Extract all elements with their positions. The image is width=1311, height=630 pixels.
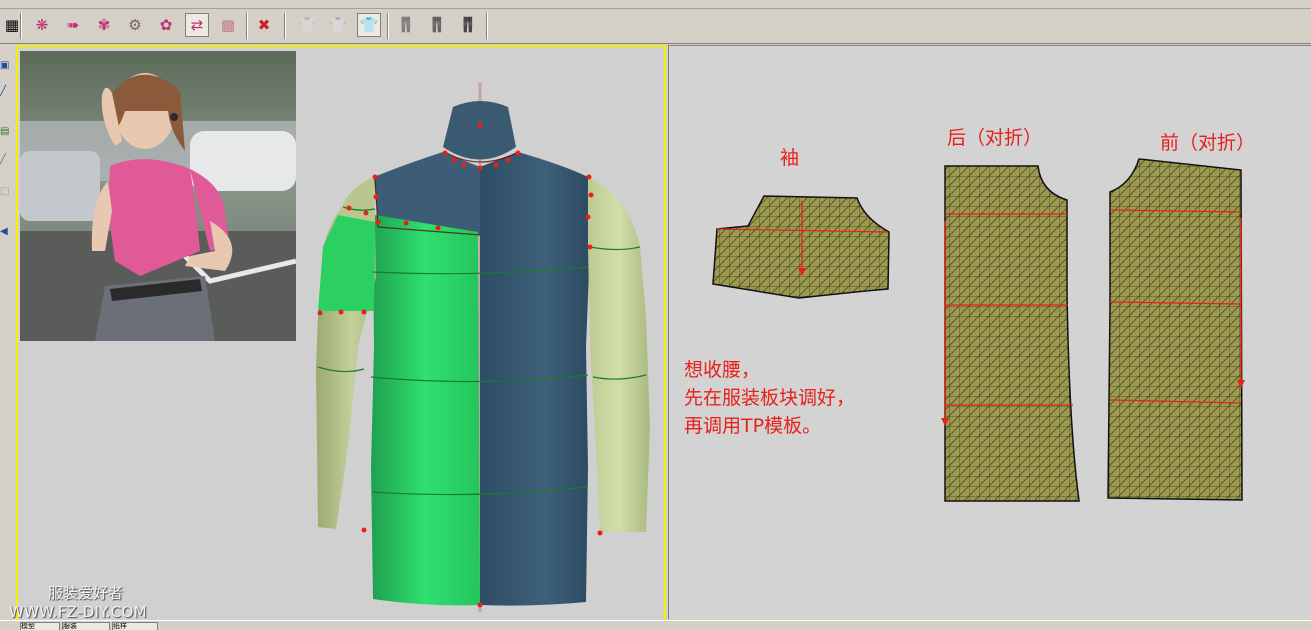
3d-view-panel[interactable]: 服装爱好者 WWW.FZ-DIY.COM bbox=[9, 45, 666, 622]
pattern-arrange-icon[interactable]: ⇄ bbox=[185, 13, 209, 37]
note-line: 再调用TP模板。 bbox=[684, 415, 822, 437]
toolbar-separator bbox=[20, 13, 22, 39]
pattern-find-icon[interactable]: ⚙ bbox=[123, 13, 147, 37]
toolbar-separator bbox=[284, 13, 286, 39]
pen-tool-icon[interactable]: ╱ bbox=[0, 86, 10, 98]
pattern-pieces[interactable] bbox=[669, 46, 1311, 619]
pattern-sew-icon[interactable]: ✾ bbox=[92, 13, 116, 37]
select-tool-icon[interactable]: ▣ bbox=[0, 60, 10, 72]
shirt-gray-icon[interactable]: 👕 bbox=[326, 13, 350, 37]
pattern-layout-icon[interactable]: ❋ bbox=[30, 13, 54, 37]
toolbar-separator bbox=[387, 13, 389, 39]
front-pattern-piece bbox=[1107, 158, 1245, 501]
left-tool-strip: ▣ ╱ ▤ ╱ □ ◀ bbox=[0, 44, 14, 628]
arrow-tool-icon[interactable]: ◀ bbox=[0, 226, 10, 238]
tab-model[interactable]: 模型 bbox=[20, 622, 60, 630]
back-pattern-piece bbox=[941, 165, 1080, 502]
rect-tool-icon[interactable]: □ bbox=[0, 186, 10, 198]
shirt-blue-icon[interactable]: 👕 bbox=[357, 13, 381, 37]
layer-tool-icon[interactable]: ▤ bbox=[0, 126, 10, 138]
toolbar-separator bbox=[486, 13, 488, 39]
note-line: 先在服装板块调好， bbox=[684, 387, 856, 409]
toolbar-separator bbox=[246, 13, 248, 39]
shirt-outline-icon[interactable]: 👕 bbox=[295, 13, 319, 37]
pattern-delete-icon[interactable]: ✖ bbox=[252, 13, 276, 37]
note-line: 想收腰， bbox=[684, 359, 761, 381]
sleeve-pattern-piece bbox=[712, 195, 890, 299]
watermark-text: 服装爱好者 bbox=[48, 584, 124, 602]
2d-pattern-panel[interactable]: 袖 后（对折） 前（对折） 想收腰， 先在服装板块调好， 再调用TP模板。 bbox=[668, 45, 1311, 619]
main-toolbar: ▦ ❋ ➠ ✾ ⚙ ✿ ⇄ ▩ ✖ 👕 👕 👕 👖 👖 👖 bbox=[0, 9, 1311, 44]
menu-strip bbox=[0, 0, 1311, 9]
pants-gray-icon[interactable]: 👖 bbox=[425, 13, 449, 37]
tab-pattern[interactable]: 纸样 bbox=[112, 622, 158, 630]
pattern-export-icon[interactable]: ➠ bbox=[61, 13, 85, 37]
avatar-3d-model[interactable] bbox=[18, 47, 664, 620]
line-tool-icon[interactable]: ╱ bbox=[0, 154, 10, 166]
pattern-grid-icon[interactable]: ▩ bbox=[216, 13, 240, 37]
watermark-url: WWW.FZ-DIY.COM bbox=[9, 603, 147, 621]
pattern-merge-icon[interactable]: ✿ bbox=[154, 13, 178, 37]
instruction-note: 想收腰， 先在服装板块调好， 再调用TP模板。 bbox=[684, 356, 855, 440]
pants-dark-icon[interactable]: 👖 bbox=[456, 13, 480, 37]
pants-outline-icon[interactable]: 👖 bbox=[394, 13, 418, 37]
tab-garment[interactable]: 服装 bbox=[62, 622, 110, 630]
